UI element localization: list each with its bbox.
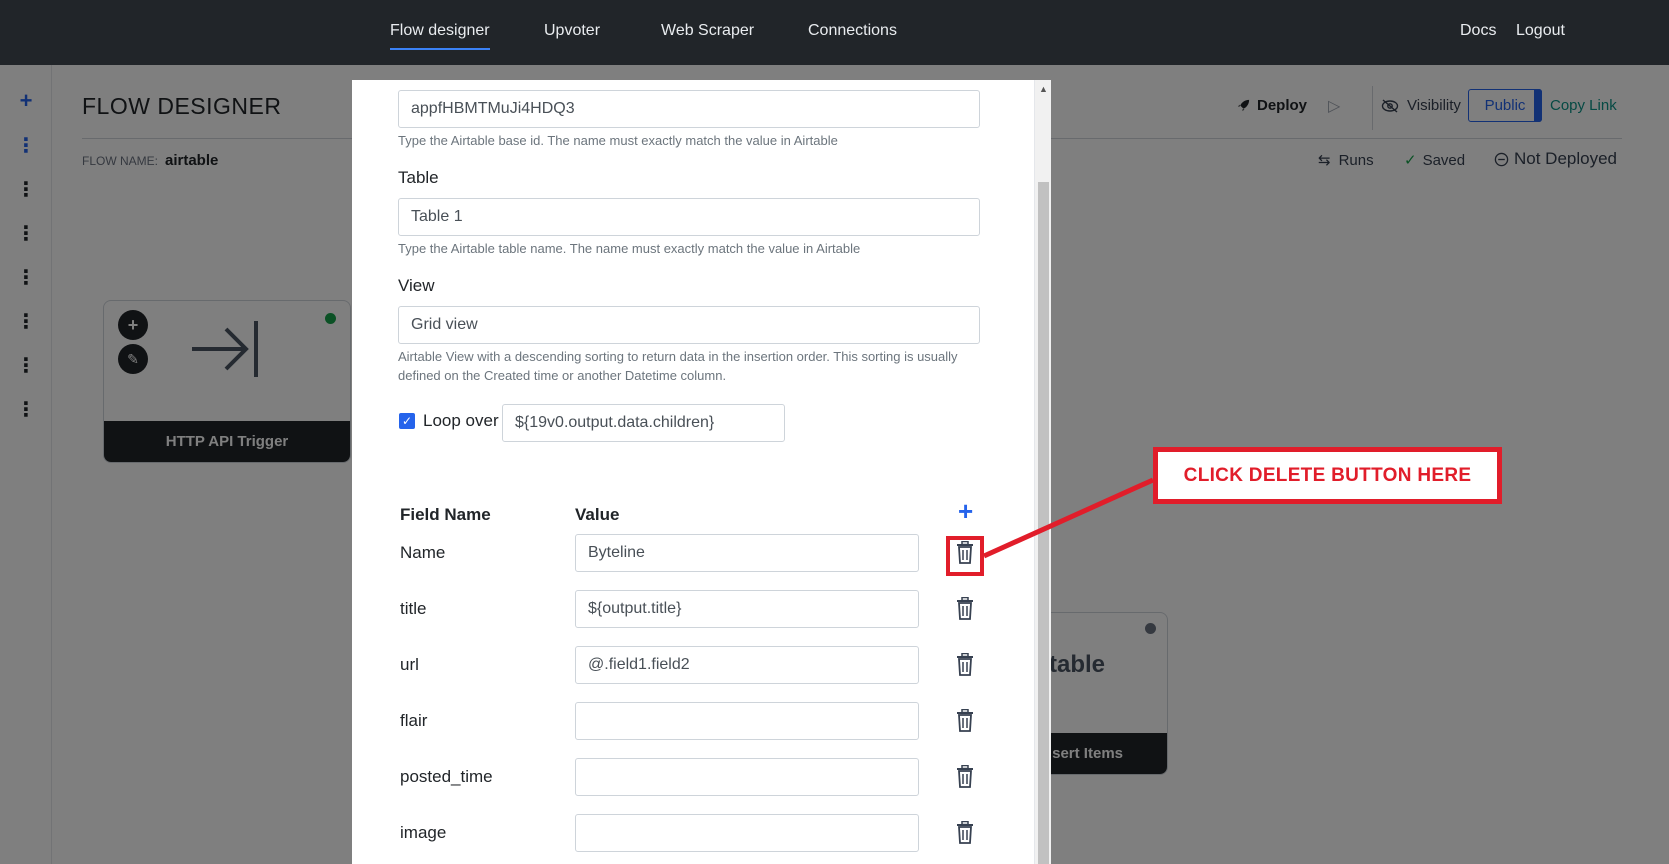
loop-over-checkbox[interactable]: ✓	[399, 413, 415, 429]
field-value-input-5[interactable]	[575, 814, 919, 852]
table-input[interactable]: Table 1	[398, 198, 980, 236]
field-name-5: image	[400, 823, 447, 842]
nav-connections[interactable]: Connections	[808, 22, 897, 40]
modal-scrollbar[interactable]: ▲	[1034, 80, 1051, 864]
check-icon: ✓	[401, 414, 413, 428]
field-name-3: flair	[400, 711, 428, 730]
top-navbar: Flow designer Upvoter Web Scraper Connec…	[0, 0, 1669, 65]
field-value-input-0[interactable]: Byteline	[575, 534, 919, 572]
view-label: View	[398, 276, 435, 295]
view-help-line-2: defined on the Created time or another D…	[398, 368, 727, 383]
trash-icon[interactable]	[954, 821, 976, 845]
nav-flow-designer[interactable]: Flow designer	[390, 22, 490, 50]
view-input[interactable]: Grid view	[398, 306, 980, 344]
table-help: Type the Airtable table name. The name m…	[398, 241, 861, 256]
table-label: Table	[398, 168, 439, 187]
add-field-button[interactable]: +	[958, 498, 973, 524]
nav-logout[interactable]: Logout	[1516, 22, 1565, 40]
airtable-config-modal: appfHBMTMuJi4HDQ3 Type the Airtable base…	[352, 80, 1051, 864]
trash-icon[interactable]	[954, 765, 976, 789]
nav-web-scraper[interactable]: Web Scraper	[661, 22, 754, 40]
nav-upvoter[interactable]: Upvoter	[544, 22, 600, 40]
base-id-help: Type the Airtable base id. The name must…	[398, 133, 838, 148]
nav-docs[interactable]: Docs	[1460, 22, 1496, 40]
trash-icon[interactable]	[954, 653, 976, 677]
field-value-input-4[interactable]	[575, 758, 919, 796]
scroll-up-arrow-icon[interactable]: ▲	[1039, 84, 1048, 94]
value-header: Value	[575, 505, 620, 524]
field-value-input-3[interactable]	[575, 702, 919, 740]
loop-over-label: Loop over	[423, 411, 499, 430]
field-name-0: Name	[400, 543, 446, 562]
base-id-input[interactable]: appfHBMTMuJi4HDQ3	[398, 90, 980, 128]
field-name-4: posted_time	[400, 767, 493, 786]
scrollbar-thumb[interactable]	[1038, 182, 1049, 864]
annotation-callout: CLICK DELETE BUTTON HERE	[1153, 447, 1502, 504]
loop-over-input[interactable]: ${19v0.output.data.children}	[502, 404, 785, 442]
field-name-header: Field Name	[400, 505, 491, 524]
field-name-2: url	[400, 655, 419, 674]
delete-highlight-box	[946, 536, 984, 576]
view-help-line-1: Airtable View with a descending sorting …	[398, 349, 958, 364]
trash-icon[interactable]	[954, 597, 976, 621]
trash-icon[interactable]	[954, 709, 976, 733]
field-value-input-2[interactable]: @.field1.field2	[575, 646, 919, 684]
field-value-input-1[interactable]: ${output.title}	[575, 590, 919, 628]
field-name-1: title	[400, 599, 427, 618]
